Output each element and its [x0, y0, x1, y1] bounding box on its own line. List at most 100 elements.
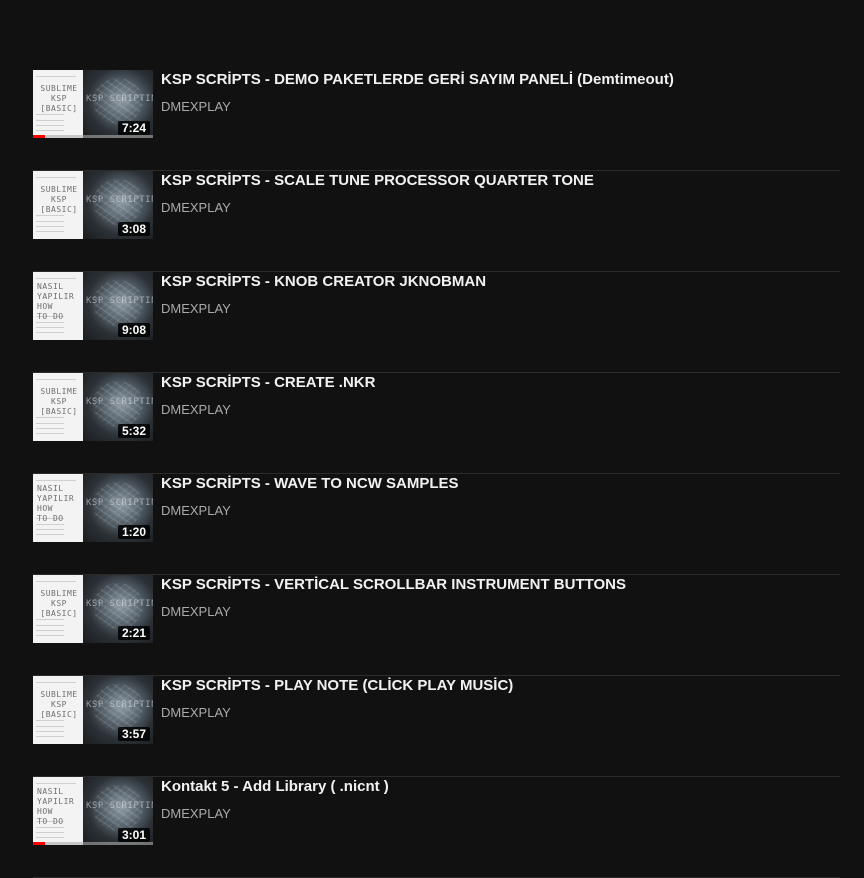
- thumbnail-word: TO DO: [37, 312, 64, 321]
- thumbnail-paper-line: [36, 423, 64, 424]
- video-title[interactable]: KSP SCRİPTS - DEMO PAKETLERDE GERİ SAYIM…: [161, 71, 831, 89]
- thumbnail-word: HOW: [37, 302, 53, 311]
- video-thumbnail[interactable]: SUBLIMEKSP[BASIC] KSP SCRIPTING 2:21: [33, 575, 153, 643]
- video-thumbnail[interactable]: SUBLIMEKSP[BASIC] KSP SCRIPTING 5:32: [33, 373, 153, 441]
- thumbnail-paper-line: [36, 215, 64, 216]
- video-thumbnail[interactable]: NASILYAPILIRHOWTO DO KSP SCRIPTING 9:08: [33, 272, 153, 340]
- video-title[interactable]: KSP SCRİPTS - WAVE TO NCW SAMPLES: [161, 475, 831, 493]
- video-thumbnail[interactable]: SUBLIMEKSP[BASIC] KSP SCRIPTING 7:24: [33, 70, 153, 138]
- thumbnail-paper-panel: SUBLIME KSP [BASIC]: [33, 676, 83, 744]
- video-list-item[interactable]: SUBLIMEKSP[BASIC] KSP SCRIPTING 3:08 KSP…: [33, 171, 840, 272]
- thumbnail-paper-line: [36, 635, 64, 636]
- thumbnail-paper-panel: SUBLIME KSP [BASIC]: [33, 70, 83, 138]
- thumbnail-word: SUBLIME: [40, 690, 78, 699]
- thumbnail-word: KSP: [51, 94, 67, 103]
- thumbnail-paper-line: [36, 433, 64, 434]
- video-list: SUBLIMEKSP[BASIC] KSP SCRIPTING 7:24 KSP…: [33, 70, 840, 878]
- channel-name[interactable]: DMEXPLAY: [161, 503, 231, 519]
- thumbnail-word: [BASIC]: [40, 609, 78, 618]
- channel-name[interactable]: DMEXPLAY: [161, 301, 231, 317]
- thumbnail-paper-line: [36, 332, 64, 333]
- thumbnail-paper-line: [36, 114, 64, 115]
- thumbnail-paper-panel: SUBLIME KSP [BASIC]: [33, 373, 83, 441]
- thumbnail-paper-line: [36, 534, 64, 535]
- thumbnail-paper-line: [36, 736, 64, 737]
- thumbnail-paper-line: [36, 783, 76, 784]
- thumbnail-word: SUBLIME: [40, 185, 78, 194]
- channel-name[interactable]: DMEXPLAY: [161, 99, 231, 115]
- thumbnail-word: NASIL: [37, 282, 64, 291]
- thumbnail-word: [BASIC]: [40, 407, 78, 416]
- thumbnail-word: HOW: [37, 504, 53, 513]
- watch-progress-bar: [33, 842, 153, 845]
- video-list-item[interactable]: SUBLIMEKSP[BASIC] KSP SCRIPTING 3:57 KSP…: [33, 676, 840, 777]
- video-list-item[interactable]: SUBLIMEKSP[BASIC] KSP SCRIPTING 2:21 KSP…: [33, 575, 840, 676]
- duration-badge: 9:08: [117, 323, 150, 337]
- thumbnail-paper-line: [36, 327, 64, 328]
- video-thumbnail[interactable]: SUBLIMEKSP[BASIC] KSP SCRIPTING 3:08: [33, 171, 153, 239]
- thumbnail-paper-line: [36, 177, 76, 178]
- video-thumbnail[interactable]: NASILYAPILIRHOWTO DO KSP SCRIPTING 1:20: [33, 474, 153, 542]
- thumbnail-paper-line: [36, 682, 76, 683]
- video-list-item[interactable]: NASILYAPILIRHOWTO DO KSP SCRIPTING 3:01 …: [33, 777, 840, 878]
- thumbnail-art-label: KSP SCRIPTING: [86, 195, 153, 205]
- thumbnail-paper-panel: NASIL YAPILIR HOW TO DO: [33, 777, 83, 845]
- channel-name[interactable]: DMEXPLAY: [161, 200, 231, 216]
- video-title[interactable]: KSP SCRİPTS - CREATE .NKR: [161, 374, 831, 392]
- video-list-item[interactable]: SUBLIMEKSP[BASIC] KSP SCRIPTING 7:24 KSP…: [33, 70, 840, 171]
- thumbnail-word: KSP: [51, 700, 67, 709]
- thumbnail-word: SUBLIME: [40, 387, 78, 396]
- thumbnail-art-label: KSP SCRIPTING: [86, 700, 153, 710]
- thumbnail-paper-line: [36, 130, 64, 131]
- thumbnail-paper-line: [36, 417, 64, 418]
- thumbnail-art-label: KSP SCRIPTING: [86, 296, 153, 306]
- video-title[interactable]: Kontakt 5 - Add Library ( .nicnt ): [161, 778, 831, 796]
- video-title[interactable]: KSP SCRİPTS - KNOB CREATOR JKNOBMAN: [161, 273, 831, 291]
- thumbnail-art-label: KSP SCRIPTING: [86, 801, 153, 811]
- thumbnail-word: NASIL: [37, 787, 64, 796]
- thumbnail-paper-line: [36, 827, 64, 828]
- video-list-item[interactable]: NASILYAPILIRHOWTO DO KSP SCRIPTING 9:08 …: [33, 272, 840, 373]
- thumbnail-word: SUBLIME: [40, 589, 78, 598]
- thumbnail-word: YAPILIR: [37, 797, 75, 806]
- video-meta: KSP SCRİPTS - CREATE .NKR DMEXPLAY: [161, 373, 831, 419]
- watch-progress-fill: [33, 842, 45, 845]
- video-meta: KSP SCRİPTS - PLAY NOTE (CLİCK PLAY MUSİ…: [161, 676, 831, 722]
- thumbnail-word: KSP: [51, 397, 67, 406]
- duration-badge: 5:32: [117, 424, 150, 438]
- video-list-item[interactable]: SUBLIMEKSP[BASIC] KSP SCRIPTING 5:32 KSP…: [33, 373, 840, 474]
- channel-name[interactable]: DMEXPLAY: [161, 806, 231, 822]
- thumbnail-paper-panel: SUBLIME KSP [BASIC]: [33, 171, 83, 239]
- thumbnail-paper-line: [36, 428, 64, 429]
- video-meta: KSP SCRİPTS - VERTİCAL SCROLLBAR INSTRUM…: [161, 575, 831, 621]
- thumbnail-paper-line: [36, 379, 76, 380]
- duration-badge: 2:21: [117, 626, 150, 640]
- thumbnail-paper-line: [36, 619, 64, 620]
- video-title[interactable]: KSP SCRİPTS - SCALE TUNE PROCESSOR QUART…: [161, 172, 831, 190]
- duration-badge: 7:24: [117, 121, 150, 135]
- thumbnail-paper-line: [36, 581, 76, 582]
- thumbnail-word: HOW: [37, 807, 53, 816]
- thumbnail-word: KSP: [51, 195, 67, 204]
- video-title[interactable]: KSP SCRİPTS - VERTİCAL SCROLLBAR INSTRUM…: [161, 576, 831, 594]
- video-thumbnail[interactable]: NASILYAPILIRHOWTO DO KSP SCRIPTING 3:01: [33, 777, 153, 845]
- thumbnail-word: SUBLIME: [40, 84, 78, 93]
- duration-badge: 1:20: [117, 525, 150, 539]
- channel-name[interactable]: DMEXPLAY: [161, 604, 231, 620]
- thumbnail-paper-panel: NASIL YAPILIR HOW TO DO: [33, 474, 83, 542]
- thumbnail-word: [BASIC]: [40, 710, 78, 719]
- channel-name[interactable]: DMEXPLAY: [161, 705, 231, 721]
- video-thumbnail[interactable]: SUBLIMEKSP[BASIC] KSP SCRIPTING 3:57: [33, 676, 153, 744]
- video-meta: KSP SCRİPTS - SCALE TUNE PROCESSOR QUART…: [161, 171, 831, 217]
- thumbnail-art-label: KSP SCRIPTING: [86, 498, 153, 508]
- thumbnail-paper-line: [36, 125, 64, 126]
- thumbnail-word: YAPILIR: [37, 494, 75, 503]
- video-list-item[interactable]: NASILYAPILIRHOWTO DO KSP SCRIPTING 1:20 …: [33, 474, 840, 575]
- thumbnail-paper-line: [36, 625, 64, 626]
- thumbnail-paper-line: [36, 524, 64, 525]
- thumbnail-paper-line: [36, 630, 64, 631]
- thumbnail-word: TO DO: [37, 514, 64, 523]
- channel-name[interactable]: DMEXPLAY: [161, 402, 231, 418]
- duration-badge: 3:01: [117, 828, 150, 842]
- video-title[interactable]: KSP SCRİPTS - PLAY NOTE (CLİCK PLAY MUSİ…: [161, 677, 831, 695]
